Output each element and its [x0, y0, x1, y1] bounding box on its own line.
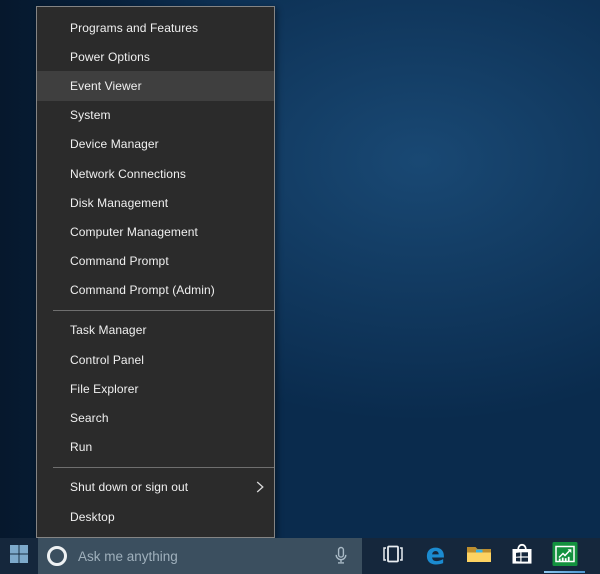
menu-item-command-prompt[interactable]: Command Prompt [37, 247, 274, 276]
menu-item-label: Power Options [70, 50, 150, 64]
menu-item-network-connections[interactable]: Network Connections [37, 159, 274, 188]
menu-item-command-prompt-admin[interactable]: Command Prompt (Admin) [37, 276, 274, 305]
menu-item-programs-and-features[interactable]: Programs and Features [37, 13, 274, 42]
menu-item-label: System [70, 108, 111, 122]
cortana-ring-icon [47, 546, 67, 566]
store-button[interactable] [500, 538, 543, 574]
microphone-icon[interactable] [334, 547, 348, 566]
menu-item-event-viewer[interactable]: Event Viewer [37, 71, 274, 100]
money-app-button[interactable] [543, 538, 586, 574]
menu-separator [53, 310, 274, 311]
money-chart-icon [552, 541, 578, 572]
menu-item-label: Event Viewer [70, 79, 142, 93]
menu-item-task-manager[interactable]: Task Manager [37, 316, 274, 345]
menu-item-search[interactable]: Search [37, 403, 274, 432]
edge-icon: e [426, 540, 446, 569]
menu-item-label: Computer Management [70, 225, 198, 239]
menu-item-label: Task Manager [70, 323, 147, 337]
chevron-right-icon [256, 481, 264, 493]
menu-item-label: Desktop [70, 510, 115, 524]
menu-item-label: Command Prompt (Admin) [70, 283, 215, 297]
menu-item-label: Run [70, 440, 92, 454]
menu-separator [53, 467, 274, 468]
menu-item-label: Shut down or sign out [70, 480, 188, 494]
menu-item-system[interactable]: System [37, 101, 274, 130]
taskbar: Ask me anything e [0, 538, 600, 574]
task-view-icon [381, 545, 405, 568]
winx-power-user-menu: Programs and Features Power Options Even… [36, 6, 275, 538]
menu-item-label: Network Connections [70, 167, 186, 181]
menu-item-device-manager[interactable]: Device Manager [37, 130, 274, 159]
menu-item-label: Programs and Features [70, 21, 198, 35]
store-bag-icon [510, 543, 534, 570]
menu-item-label: Search [70, 411, 109, 425]
edge-browser-button[interactable]: e [414, 538, 457, 574]
menu-item-run[interactable]: Run [37, 433, 274, 462]
menu-item-label: Device Manager [70, 137, 159, 151]
menu-item-disk-management[interactable]: Disk Management [37, 188, 274, 217]
menu-item-shut-down-or-sign-out[interactable]: Shut down or sign out [37, 473, 274, 502]
menu-item-desktop[interactable]: Desktop [37, 502, 274, 531]
folder-icon [466, 544, 492, 569]
menu-item-label: Command Prompt [70, 254, 169, 268]
file-explorer-button[interactable] [457, 538, 500, 574]
start-button[interactable] [0, 538, 38, 574]
taskbar-icons: e [371, 538, 586, 574]
cortana-search-box[interactable]: Ask me anything [38, 538, 362, 574]
menu-item-label: Control Panel [70, 353, 144, 367]
menu-item-label: Disk Management [70, 196, 168, 210]
task-view-button[interactable] [371, 538, 414, 574]
menu-item-power-options[interactable]: Power Options [37, 42, 274, 71]
menu-item-control-panel[interactable]: Control Panel [37, 345, 274, 374]
menu-item-label: File Explorer [70, 382, 139, 396]
search-placeholder: Ask me anything [78, 549, 178, 564]
menu-item-file-explorer[interactable]: File Explorer [37, 374, 274, 403]
windows-logo-icon [10, 545, 28, 568]
menu-item-computer-management[interactable]: Computer Management [37, 217, 274, 246]
